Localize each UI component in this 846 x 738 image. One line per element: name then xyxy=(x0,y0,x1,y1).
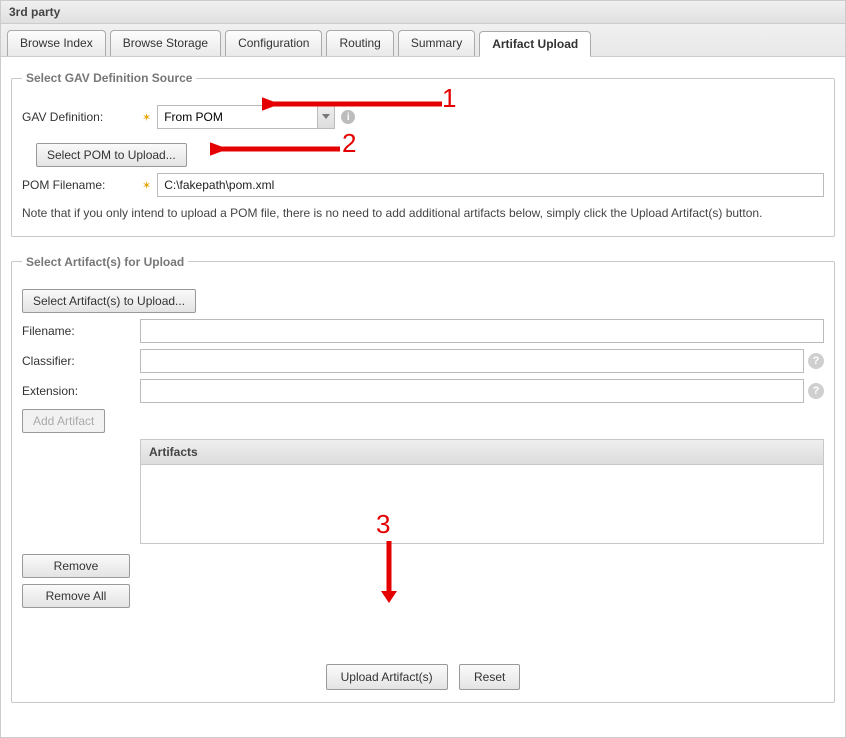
tab-summary[interactable]: Summary xyxy=(398,30,475,56)
select-artifacts-button[interactable]: Select Artifact(s) to Upload... xyxy=(22,289,196,313)
gav-legend: Select GAV Definition Source xyxy=(22,71,196,85)
filename-label: Filename: xyxy=(22,324,140,338)
select-pom-button[interactable]: Select POM to Upload... xyxy=(36,143,187,167)
pom-filename-label: POM Filename: xyxy=(22,178,140,192)
info-icon: i xyxy=(341,110,355,124)
classifier-label: Classifier: xyxy=(22,354,140,368)
remove-button[interactable]: Remove xyxy=(22,554,130,578)
artifact-upload-group: Select Artifact(s) for Upload Select Art… xyxy=(11,255,835,703)
reset-button[interactable]: Reset xyxy=(459,664,520,690)
tab-routing[interactable]: Routing xyxy=(326,30,393,56)
gav-note-text: Note that if you only intend to upload a… xyxy=(22,205,824,222)
content-area: Select GAV Definition Source GAV Definit… xyxy=(0,57,846,738)
tab-artifact-upload[interactable]: Artifact Upload xyxy=(479,31,591,57)
tabs-bar: Browse Index Browse Storage Configuratio… xyxy=(0,23,846,57)
required-star-icon: ✶ xyxy=(142,111,151,124)
help-icon[interactable]: ? xyxy=(808,353,824,369)
extension-input[interactable] xyxy=(140,379,804,403)
remove-all-button[interactable]: Remove All xyxy=(22,584,130,608)
tab-configuration[interactable]: Configuration xyxy=(225,30,322,56)
upload-artifacts-button[interactable]: Upload Artifact(s) xyxy=(326,664,448,690)
gav-definition-group: Select GAV Definition Source GAV Definit… xyxy=(11,71,835,237)
artifacts-list-body[interactable] xyxy=(141,465,823,543)
annotation-arrow-3 xyxy=(375,537,403,607)
classifier-input[interactable] xyxy=(140,349,804,373)
help-icon[interactable]: ? xyxy=(808,383,824,399)
add-artifact-button[interactable]: Add Artifact xyxy=(22,409,105,433)
artifacts-list-panel: Artifacts xyxy=(140,439,824,544)
tab-browse-index[interactable]: Browse Index xyxy=(7,30,106,56)
artifact-legend: Select Artifact(s) for Upload xyxy=(22,255,188,269)
panel-title: 3rd party xyxy=(0,0,846,23)
gav-definition-select[interactable] xyxy=(157,105,317,129)
gav-definition-label: GAV Definition: xyxy=(22,110,140,124)
tab-browse-storage[interactable]: Browse Storage xyxy=(110,30,221,56)
required-star-icon: ✶ xyxy=(142,179,151,192)
extension-label: Extension: xyxy=(22,384,140,398)
filename-input[interactable] xyxy=(140,319,824,343)
artifacts-list-header: Artifacts xyxy=(141,440,823,465)
chevron-down-icon[interactable] xyxy=(317,105,335,129)
pom-filename-input[interactable] xyxy=(157,173,824,197)
